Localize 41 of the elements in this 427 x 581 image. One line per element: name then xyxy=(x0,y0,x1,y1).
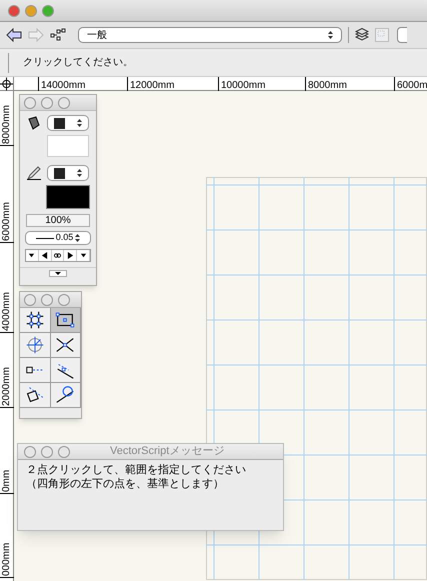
stepper-icon xyxy=(75,234,80,242)
ruler-label: 6000mm xyxy=(1,202,13,241)
message-text: （四角形の左下の点を、基準とします） xyxy=(26,477,225,491)
toolbar-button[interactable] xyxy=(397,27,407,43)
pen-swatch[interactable] xyxy=(46,185,90,209)
tool-button[interactable] xyxy=(50,383,81,408)
stepper-icon xyxy=(77,169,82,177)
expand-icon[interactable] xyxy=(49,270,67,277)
tool-button[interactable] xyxy=(20,308,50,333)
paint-bucket-icon xyxy=(27,116,41,130)
link-icon[interactable] xyxy=(52,250,64,261)
tool-button[interactable] xyxy=(50,358,81,383)
ruler-label: 12000mm xyxy=(130,80,174,91)
tool-button[interactable] xyxy=(50,308,81,333)
message-text: ２点クリックして、範囲を指定してください xyxy=(26,463,247,477)
ruler-label: 000mm xyxy=(1,542,13,576)
stepper-icon xyxy=(77,119,82,127)
ruler-label: 14000mm xyxy=(41,80,86,91)
tool-button[interactable] xyxy=(50,333,81,358)
tool-button[interactable] xyxy=(20,383,50,408)
ruler-label: 2000mm xyxy=(1,367,13,406)
window-control-icon[interactable] xyxy=(8,4,20,16)
pencil-icon xyxy=(27,166,41,180)
ruler-label: 4000mm xyxy=(1,292,13,331)
ruler-label: 8000mm xyxy=(1,105,13,144)
line-weight-dropdown[interactable]: 0.05 xyxy=(25,231,91,245)
stepper-icon xyxy=(328,31,333,39)
hierarchy-icon[interactable] xyxy=(50,28,66,42)
ruler-label: 6000m xyxy=(397,80,427,91)
ruler-label: 0mm xyxy=(1,470,13,492)
layers-icon[interactable] xyxy=(355,28,369,42)
fill-color-dropdown[interactable] xyxy=(47,115,89,131)
ruler-label: 8000mm xyxy=(308,80,347,91)
fill-swatch[interactable] xyxy=(47,135,89,157)
window-title: VectorScriptメッセージ xyxy=(110,444,224,460)
pen-color-dropdown[interactable] xyxy=(47,165,89,181)
ruler-label: 10000mm xyxy=(221,80,266,91)
opacity-field[interactable]: 100% xyxy=(26,214,90,227)
status-message: クリックしてください。 xyxy=(23,56,133,70)
back-arrow-icon[interactable] xyxy=(6,28,22,42)
class-dropdown[interactable]: 一般 xyxy=(78,27,342,43)
